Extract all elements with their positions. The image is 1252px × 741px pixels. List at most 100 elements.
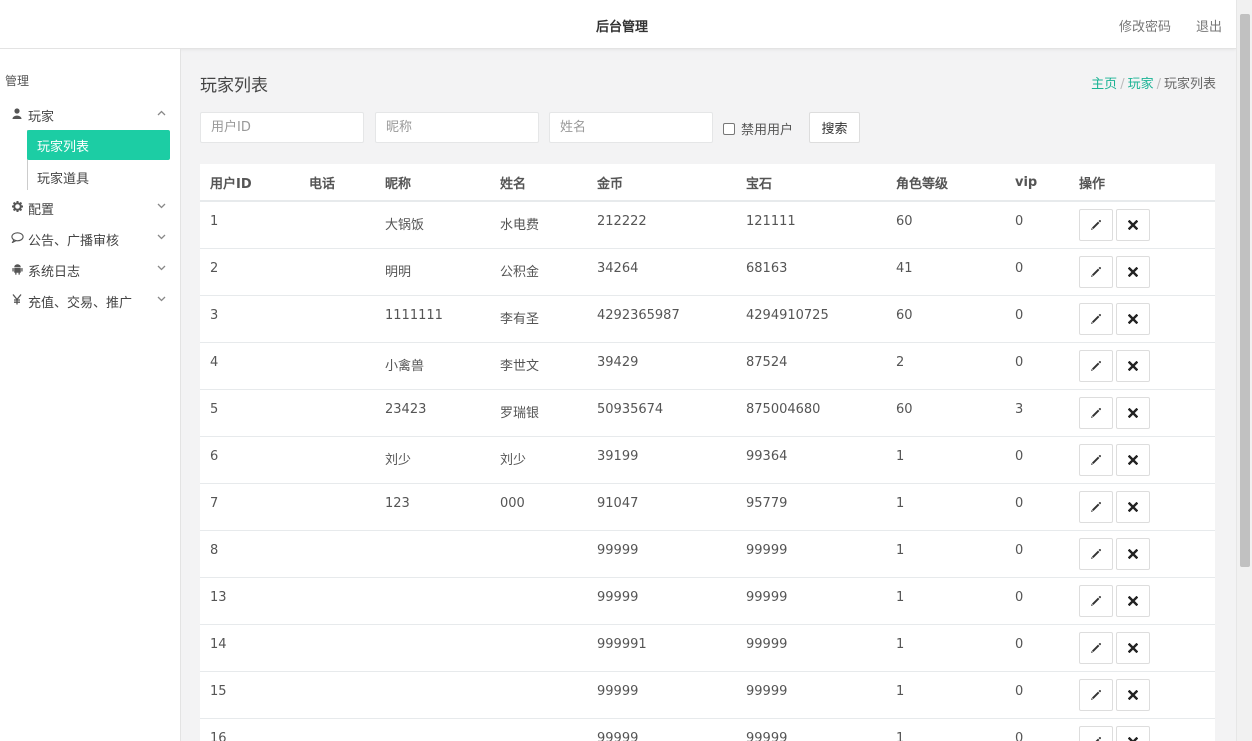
cell-role-level: 1 <box>886 671 1005 719</box>
cell-gems: 4294910725 <box>736 295 886 343</box>
name-input[interactable] <box>549 112 713 143</box>
edit-button[interactable] <box>1079 349 1113 382</box>
sidebar-item-recharge[interactable]: 充值、交易、推广 <box>0 287 180 315</box>
cell-gems: 99999 <box>736 624 886 672</box>
table-row: 2 明明 公积金 34264 68163 41 0 <box>200 248 1215 296</box>
column-header-nickname: 昵称 <box>375 164 490 202</box>
change-password-link[interactable]: 修改密码 <box>1119 16 1171 35</box>
edit-button[interactable] <box>1079 725 1113 741</box>
cell-role-level: 1 <box>886 577 1005 625</box>
sidebar-subitem-player-items[interactable]: 玩家道具 <box>27 162 170 192</box>
sidebar-item-player[interactable]: 玩家 <box>0 101 180 129</box>
cell-nickname: 小禽兽 <box>375 342 490 390</box>
edit-button[interactable] <box>1079 255 1113 288</box>
cell-vip: 0 <box>1005 248 1069 296</box>
cell-gold: 39429 <box>587 342 736 390</box>
cell-phone <box>299 718 375 741</box>
edit-button[interactable] <box>1079 209 1113 241</box>
column-header-vip: vip <box>1005 164 1069 202</box>
delete-button[interactable] <box>1116 631 1150 664</box>
cell-role-level: 41 <box>886 248 1005 296</box>
sidebar-item-label: 充值、交易、推广 <box>28 295 133 311</box>
cell-vip: 0 <box>1005 530 1069 578</box>
delete-button[interactable] <box>1116 490 1150 523</box>
cell-name: 刘少 <box>490 436 587 484</box>
delete-button[interactable] <box>1116 584 1150 617</box>
delete-button[interactable] <box>1116 396 1150 429</box>
app-title: 后台管理 <box>595 20 648 35</box>
delete-button[interactable] <box>1116 725 1150 741</box>
delete-button[interactable] <box>1116 678 1150 711</box>
yen-icon <box>10 294 24 308</box>
cell-name: 公积金 <box>490 248 587 296</box>
cell-gems: 68163 <box>736 248 886 296</box>
cell-name <box>490 530 587 578</box>
cell-vip: 0 <box>1005 624 1069 672</box>
delete-button[interactable] <box>1116 349 1150 382</box>
edit-button[interactable] <box>1079 443 1113 476</box>
user-id-input[interactable] <box>200 112 364 143</box>
cell-vip: 0 <box>1005 483 1069 531</box>
android-icon <box>10 263 24 278</box>
cell-actions <box>1069 624 1215 672</box>
cell-role-level: 1 <box>886 530 1005 578</box>
cell-user-id: 16 <box>200 718 299 741</box>
breadcrumb-separator: / <box>1120 77 1125 92</box>
cell-vip: 0 <box>1005 718 1069 741</box>
cell-name: 000 <box>490 483 587 531</box>
chevron-down-icon <box>157 261 166 274</box>
scrollbar-thumb[interactable] <box>1240 14 1250 567</box>
delete-button[interactable] <box>1116 537 1150 570</box>
sidebar-subitem-player-list[interactable]: 玩家列表 <box>27 130 170 160</box>
sidebar-item-announcement[interactable]: 公告、广播审核 <box>0 225 180 253</box>
edit-button[interactable] <box>1079 302 1113 335</box>
column-header-gold: 金币 <box>587 164 736 202</box>
edit-button[interactable] <box>1079 537 1113 570</box>
scrollbar[interactable] <box>1236 0 1252 741</box>
cell-gold: 39199 <box>587 436 736 484</box>
pencil-icon <box>1090 360 1102 372</box>
cell-nickname: 23423 <box>375 389 490 437</box>
cell-nickname <box>375 624 490 672</box>
nickname-input[interactable] <box>375 112 539 143</box>
pencil-icon <box>1090 642 1102 654</box>
edit-button[interactable] <box>1079 396 1113 429</box>
logout-link[interactable]: 退出 <box>1196 16 1222 35</box>
disabled-users-filter[interactable]: 禁用用户 <box>723 119 793 138</box>
search-button[interactable]: 搜索 <box>809 112 860 143</box>
cell-phone <box>299 671 375 719</box>
cell-name <box>490 718 587 741</box>
cell-name <box>490 671 587 719</box>
column-header-gems: 宝石 <box>736 164 886 202</box>
pencil-icon <box>1090 266 1102 278</box>
edit-button[interactable] <box>1079 490 1113 523</box>
delete-button[interactable] <box>1116 302 1150 335</box>
disabled-users-label: 禁用用户 <box>741 123 794 138</box>
player-table: 用户ID 电话 昵称 姓名 金币 宝石 角色等级 vip 操作 1 大锅饭 水电费 212222 121… <box>200 164 1215 741</box>
close-icon <box>1128 313 1138 324</box>
edit-button[interactable] <box>1079 631 1113 664</box>
delete-button[interactable] <box>1116 209 1150 241</box>
breadcrumb-home[interactable]: 主页 <box>1091 77 1117 92</box>
breadcrumb: 主页 / 玩家 / 玩家列表 <box>1091 73 1216 92</box>
table-row: 6 刘少 刘少 39199 99364 1 0 <box>200 436 1215 484</box>
cell-gold: 99999 <box>587 530 736 578</box>
delete-button[interactable] <box>1116 255 1150 288</box>
cell-actions <box>1069 530 1215 578</box>
edit-button[interactable] <box>1079 678 1113 711</box>
disabled-users-checkbox[interactable] <box>723 122 735 135</box>
cell-gems: 99999 <box>736 718 886 741</box>
sidebar-item-config[interactable]: 配置 <box>0 194 180 222</box>
delete-button[interactable] <box>1116 443 1150 476</box>
cell-vip: 0 <box>1005 201 1069 249</box>
close-icon <box>1128 689 1138 700</box>
cell-gold: 99999 <box>587 718 736 741</box>
cell-user-id: 8 <box>200 530 299 578</box>
breadcrumb-players[interactable]: 玩家 <box>1128 77 1154 92</box>
edit-button[interactable] <box>1079 584 1113 617</box>
pencil-icon <box>1090 219 1102 231</box>
sidebar-item-system-log[interactable]: 系统日志 <box>0 256 180 284</box>
column-header-actions: 操作 <box>1069 164 1215 202</box>
table-row: 8 99999 99999 1 0 <box>200 530 1215 578</box>
cell-gems: 875004680 <box>736 389 886 437</box>
